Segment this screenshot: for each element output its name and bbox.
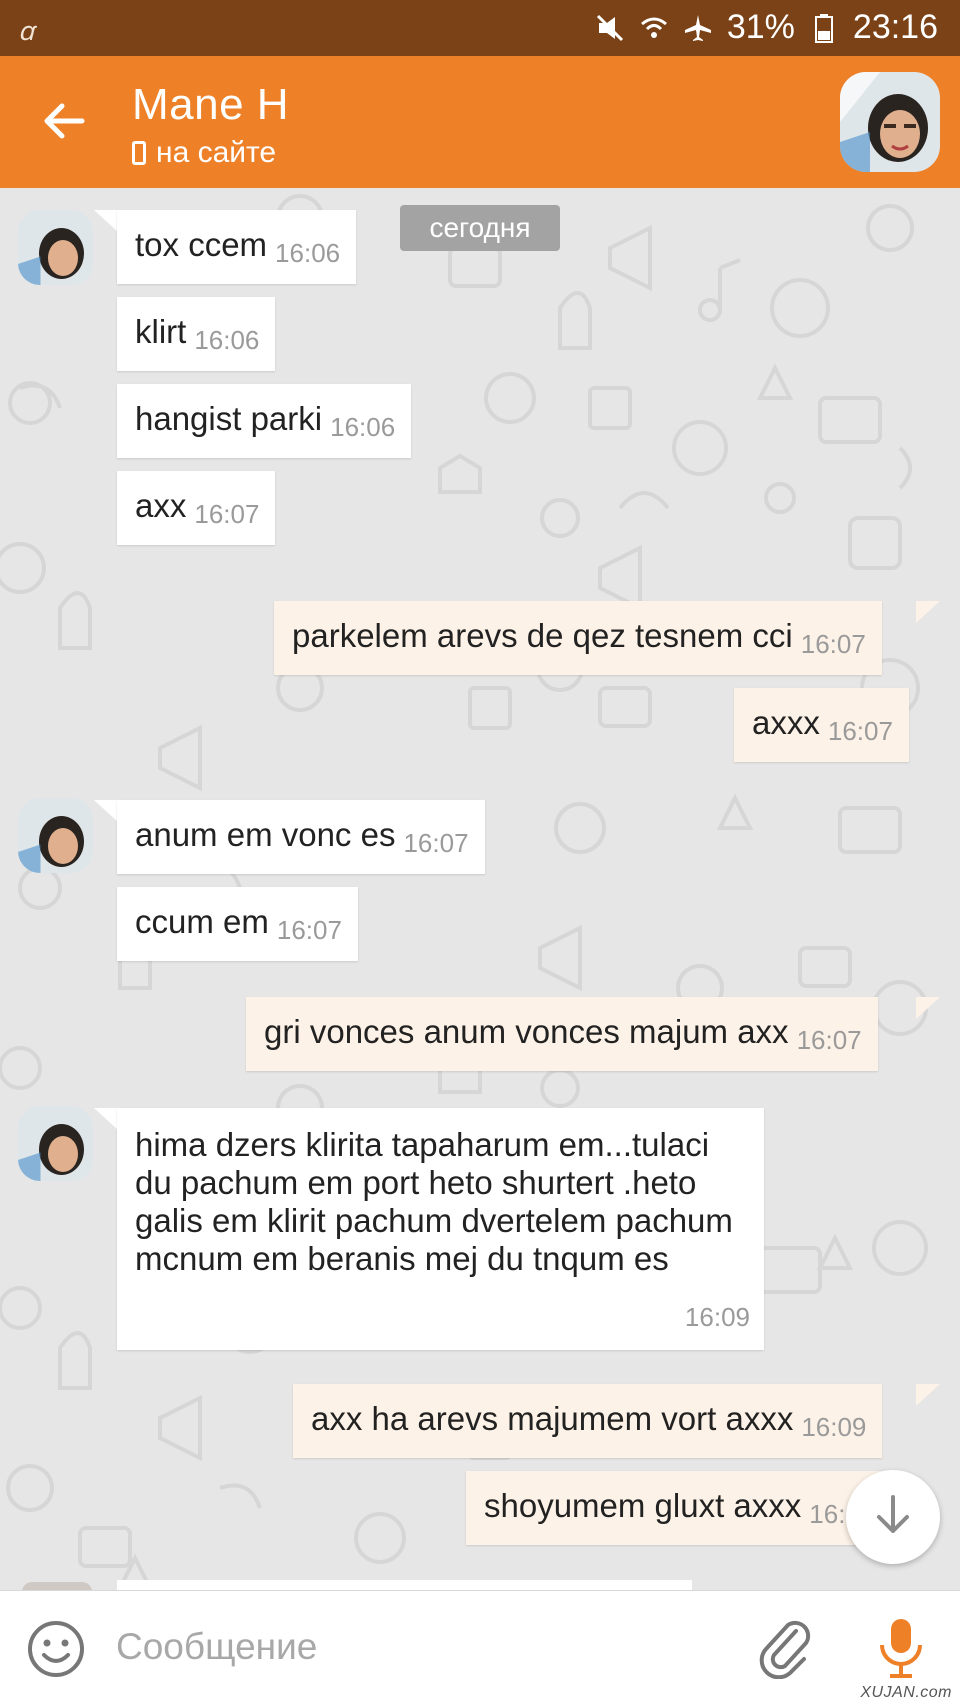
presence-label: на сайте xyxy=(156,136,277,169)
message-time: 16:09 xyxy=(684,1302,750,1332)
message-time: 16:09 xyxy=(801,1412,867,1442)
message-time: 16:07 xyxy=(403,828,469,858)
incoming-message[interactable]: ccum em 16:07 xyxy=(117,887,358,961)
status-bar: ꭤ 31% 23:16 xyxy=(0,0,960,56)
message-text: parkelem arevs de qez tesnem cci xyxy=(292,617,793,654)
smiley-icon[interactable] xyxy=(26,1619,86,1679)
airplane-icon xyxy=(683,13,713,43)
incoming-message[interactable]: axx 16:07 xyxy=(117,471,276,545)
paperclip-icon[interactable] xyxy=(756,1617,816,1680)
message-composer: XUJAN.com xyxy=(0,1590,960,1706)
app-notification-glyph: ꭤ xyxy=(18,16,34,46)
sender-avatar[interactable] xyxy=(18,1106,93,1181)
message-time: 16:06 xyxy=(330,412,396,442)
wifi-icon xyxy=(639,13,669,43)
incoming-message[interactable]: anum em vonc es 16:07 xyxy=(117,800,485,874)
outgoing-message[interactable]: axx ha arevs majumem vort axxx 16:09 xyxy=(293,1384,883,1458)
watermark: XUJAN.com xyxy=(860,1684,952,1701)
sender-avatar[interactable] xyxy=(18,798,93,873)
message-text: anum em vonc es xyxy=(135,816,396,853)
scroll-to-bottom-button[interactable] xyxy=(846,1470,940,1564)
mute-vibrate-icon xyxy=(595,13,625,43)
incoming-message-partial xyxy=(117,1580,692,1590)
message-text: shoyumem gluxt axxx xyxy=(484,1487,802,1524)
message-time: 16:07 xyxy=(827,716,893,746)
message-input[interactable] xyxy=(116,1617,736,1677)
message-time: 16:07 xyxy=(800,629,866,659)
outgoing-message[interactable]: gri vonces anum vonces majum axx 16:07 xyxy=(246,997,878,1071)
date-divider: сегодня xyxy=(400,205,560,251)
message-text: hangist parki xyxy=(135,400,323,437)
message-time: 16:07 xyxy=(276,915,342,945)
bubble-tail xyxy=(94,1108,118,1130)
chat-header: Mane H на сайте xyxy=(0,56,960,188)
message-text: axx ha arevs majumem vort axxx xyxy=(311,1400,794,1437)
message-text: axxx xyxy=(752,704,820,741)
message-time: 16:06 xyxy=(194,325,260,355)
contact-name[interactable]: Mane H xyxy=(132,80,289,130)
incoming-message[interactable]: tox ccem 16:06 xyxy=(117,210,357,284)
message-time: 16:07 xyxy=(194,499,260,529)
mobile-phone-icon xyxy=(132,141,146,165)
message-text: hima dzers klirita tapaharum em...tulaci… xyxy=(135,1126,733,1277)
contact-avatar[interactable] xyxy=(840,72,940,172)
outgoing-message[interactable]: parkelem arevs de qez tesnem cci 16:07 xyxy=(274,601,882,675)
message-text: klirt xyxy=(135,313,187,350)
bubble-tail xyxy=(916,601,940,623)
battery-percent: 31% xyxy=(726,8,795,46)
outgoing-message[interactable]: axxx 16:07 xyxy=(734,688,909,762)
message-time: 16:06 xyxy=(275,238,341,268)
bubble-tail xyxy=(916,1384,940,1406)
microphone-icon[interactable] xyxy=(876,1615,926,1681)
arrow-down-icon xyxy=(873,1493,913,1542)
bubble-tail xyxy=(916,997,940,1019)
outgoing-message[interactable]: shoyumem gluxt axxx 16:09 xyxy=(466,1471,891,1545)
message-text: gri vonces anum vonces majum axx xyxy=(264,1013,789,1050)
message-text: tox ccem xyxy=(135,226,268,263)
sender-avatar-partial xyxy=(22,1582,92,1590)
message-text: axx xyxy=(135,487,187,524)
message-time: 16:07 xyxy=(796,1025,862,1055)
incoming-message[interactable]: hima dzers klirita tapaharum em...tulaci… xyxy=(117,1108,764,1350)
bubble-tail xyxy=(94,210,118,232)
back-arrow-icon[interactable] xyxy=(40,96,90,146)
message-list[interactable]: сегодня tox ccem 16:06 klirt 16:06 hangist… xyxy=(0,188,960,1590)
battery-icon xyxy=(809,13,839,43)
presence-status: на сайте xyxy=(132,136,276,170)
sender-avatar[interactable] xyxy=(18,210,93,285)
bubble-tail xyxy=(94,800,118,822)
clock: 23:16 xyxy=(852,8,938,46)
incoming-message[interactable]: klirt 16:06 xyxy=(117,297,276,371)
message-text: ccum em xyxy=(135,903,269,940)
incoming-message[interactable]: hangist parki 16:06 xyxy=(117,384,412,458)
